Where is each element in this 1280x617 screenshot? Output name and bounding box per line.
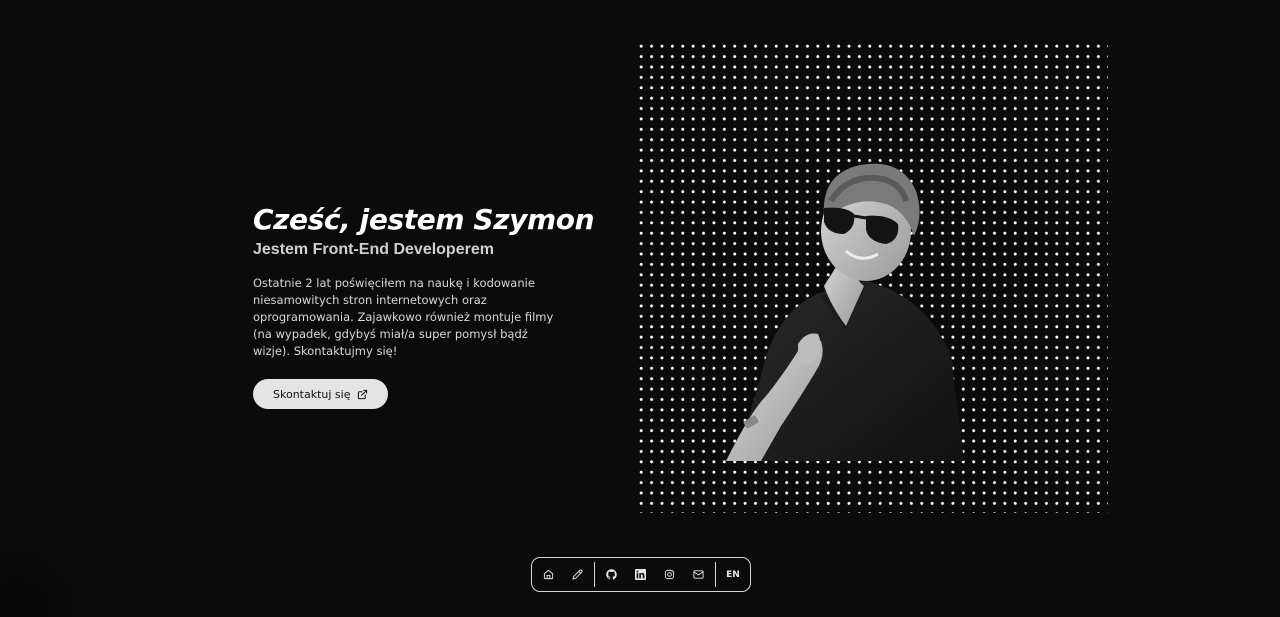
hero-section: Cześć, jestem Szymon Jestem Front-End De… [253,203,613,409]
portrait-photo [726,163,964,461]
contact-button[interactable]: Skontaktuj się [253,379,389,409]
nav-linkedin-button[interactable] [626,558,655,591]
nav-divider [594,562,595,587]
external-link-icon [358,389,368,399]
nav-blog-button[interactable] [563,558,592,591]
linkedin-icon [635,569,646,580]
nav-mail-button[interactable] [684,558,713,591]
contact-button-label: Skontaktuj się [273,387,351,401]
hero-title: Cześć, jestem Szymon [253,203,595,236]
nav-home-button[interactable] [534,558,563,591]
language-switch-button[interactable]: EN [718,558,748,591]
bottom-nav: EN [531,557,751,592]
hero-description: Ostatnie 2 lat poświęciłem na naukę i ko… [253,276,554,358]
pencil-icon [572,569,583,580]
portrait-area [636,41,1108,513]
github-icon [606,569,617,580]
page: Cześć, jestem Szymon Jestem Front-End De… [0,0,1280,617]
home-icon [543,569,554,580]
mail-icon [693,570,704,579]
nav-divider [715,562,716,587]
nav-github-button[interactable] [597,558,626,591]
corner-shadow [0,540,85,617]
instagram-icon [664,569,675,580]
nav-instagram-button[interactable] [655,558,684,591]
hero-subtitle: Jestem Front-End Developerem [253,241,494,258]
